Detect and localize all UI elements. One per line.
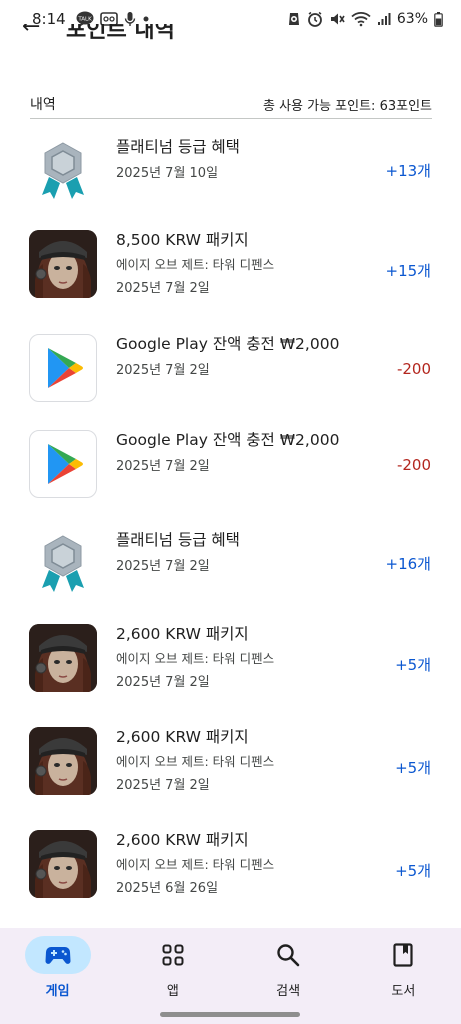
search-icon: [277, 944, 300, 967]
nav-item-games[interactable]: 게임: [0, 928, 115, 1024]
row-text: 플래티넘 등급 혜택 2025년 7월 2일: [116, 530, 376, 576]
points-amount: -200: [396, 456, 431, 474]
row-date: 2025년 7월 2일: [116, 675, 210, 690]
row-title: 플래티넘 등급 혜택: [116, 531, 240, 549]
game-thumbnail: [29, 727, 97, 795]
row-date: 2025년 7월 2일: [116, 281, 210, 296]
app-header: ← 포인트 내역: [0, 24, 461, 44]
points-amount: +5개: [395, 759, 431, 777]
game-thumbnail: [29, 230, 97, 298]
history-row[interactable]: 8,500 KRW 패키지에이지 오브 제트: 타워 디펜스 2025년 7월 2…: [0, 230, 461, 300]
row-subtitle: 에이지 오브 제트: 타워 디펜스: [116, 257, 275, 272]
points-amount: +5개: [395, 862, 431, 880]
nav-item-books[interactable]: 도서: [346, 928, 461, 1024]
row-title: Google Play 잔액 충전 ₩2,000: [116, 431, 340, 449]
row-date: 2025년 6월 26일: [116, 881, 219, 896]
platinum-badge-icon: [29, 137, 97, 205]
nav-item-search[interactable]: 검색: [231, 928, 346, 1024]
row-title: 플래티넘 등급 혜택: [116, 138, 240, 156]
row-subtitle: 에이지 오브 제트: 타워 디펜스: [116, 754, 275, 769]
nav-pill: [24, 936, 91, 974]
row-title: 2,600 KRW 패키지: [116, 625, 249, 643]
nav-label: 게임: [45, 984, 70, 999]
row-text: 2,600 KRW 패키지에이지 오브 제트: 타워 디펜스 2025년 6월 2…: [116, 830, 376, 898]
platinum-badge-icon: [29, 530, 97, 598]
row-date: 2025년 7월 10일: [116, 166, 219, 181]
nav-item-apps[interactable]: 앱: [115, 928, 230, 1024]
nav-label: 앱: [166, 984, 179, 999]
game-thumbnail: [29, 624, 97, 692]
nav-pill: [255, 936, 321, 974]
points-amount: +5개: [395, 656, 431, 674]
history-row[interactable]: Google Play 잔액 충전 ₩2,000 2025년 7월 2일 -200: [0, 430, 461, 500]
row-date: 2025년 7월 2일: [116, 363, 210, 378]
google-play-icon: [29, 430, 97, 498]
nav-pill: [370, 936, 436, 974]
back-arrow-icon[interactable]: ←: [22, 24, 40, 39]
history-row[interactable]: Google Play 잔액 충전 ₩2,000 2025년 7월 2일 -200: [0, 334, 461, 404]
row-title: 2,600 KRW 패키지: [116, 831, 249, 849]
points-amount: +15개: [385, 262, 431, 280]
row-title: 2,600 KRW 패키지: [116, 728, 249, 746]
row-date: 2025년 7월 2일: [116, 778, 210, 793]
row-text: 2,600 KRW 패키지에이지 오브 제트: 타워 디펜스 2025년 7월 2…: [116, 624, 376, 692]
history-section-header: 내역 총 사용 가능 포인트: 63포인트: [30, 94, 432, 114]
row-date: 2025년 7월 2일: [116, 459, 210, 474]
points-amount: -200: [396, 360, 431, 378]
apps-grid-icon: [162, 944, 184, 966]
row-subtitle: 에이지 오브 제트: 타워 디펜스: [116, 857, 275, 872]
row-date: 2025년 7월 2일: [116, 559, 210, 574]
game-thumbnail: [29, 830, 97, 898]
row-text: Google Play 잔액 충전 ₩2,000 2025년 7월 2일: [116, 334, 376, 380]
row-text: 플래티넘 등급 혜택 2025년 7월 10일: [116, 137, 376, 183]
nav-pill: [140, 936, 206, 974]
section-title: 내역: [30, 97, 56, 113]
home-gesture-bar[interactable]: [160, 1012, 300, 1017]
page-title: 포인트 내역: [66, 24, 175, 43]
row-title: Google Play 잔액 충전 ₩2,000: [116, 335, 340, 353]
row-text: Google Play 잔액 충전 ₩2,000 2025년 7월 2일: [116, 430, 376, 476]
history-row[interactable]: 플래티넘 등급 혜택 2025년 7월 2일 +16개: [0, 530, 461, 600]
section-divider: [30, 118, 432, 119]
history-row[interactable]: 2,600 KRW 패키지에이지 오브 제트: 타워 디펜스 2025년 7월 2…: [0, 727, 461, 797]
history-row[interactable]: 2,600 KRW 패키지에이지 오브 제트: 타워 디펜스 2025년 6월 2…: [0, 830, 461, 900]
gamepad-icon: [45, 947, 71, 964]
nav-label: 검색: [276, 984, 301, 999]
row-title: 8,500 KRW 패키지: [116, 231, 249, 249]
nav-label: 도서: [391, 984, 416, 999]
row-subtitle: 에이지 오브 제트: 타워 디펜스: [116, 651, 275, 666]
points-amount: +16개: [385, 555, 431, 573]
row-text: 8,500 KRW 패키지에이지 오브 제트: 타워 디펜스 2025년 7월 2…: [116, 230, 376, 298]
points-amount: +13개: [385, 162, 431, 180]
available-points-total: 총 사용 가능 포인트: 63포인트: [262, 98, 432, 114]
row-text: 2,600 KRW 패키지에이지 오브 제트: 타워 디펜스 2025년 7월 2…: [116, 727, 376, 795]
google-play-icon: [29, 334, 97, 402]
svg-text:TALK: TALK: [77, 17, 92, 23]
dot-icon: [142, 15, 150, 23]
book-icon: [393, 943, 413, 967]
bottom-navigation: 게임 앱 검색 도서: [0, 928, 461, 1024]
history-row[interactable]: 2,600 KRW 패키지에이지 오브 제트: 타워 디펜스 2025년 7월 2…: [0, 624, 461, 694]
history-row[interactable]: 플래티넘 등급 혜택 2025년 7월 10일 +13개: [0, 137, 461, 207]
